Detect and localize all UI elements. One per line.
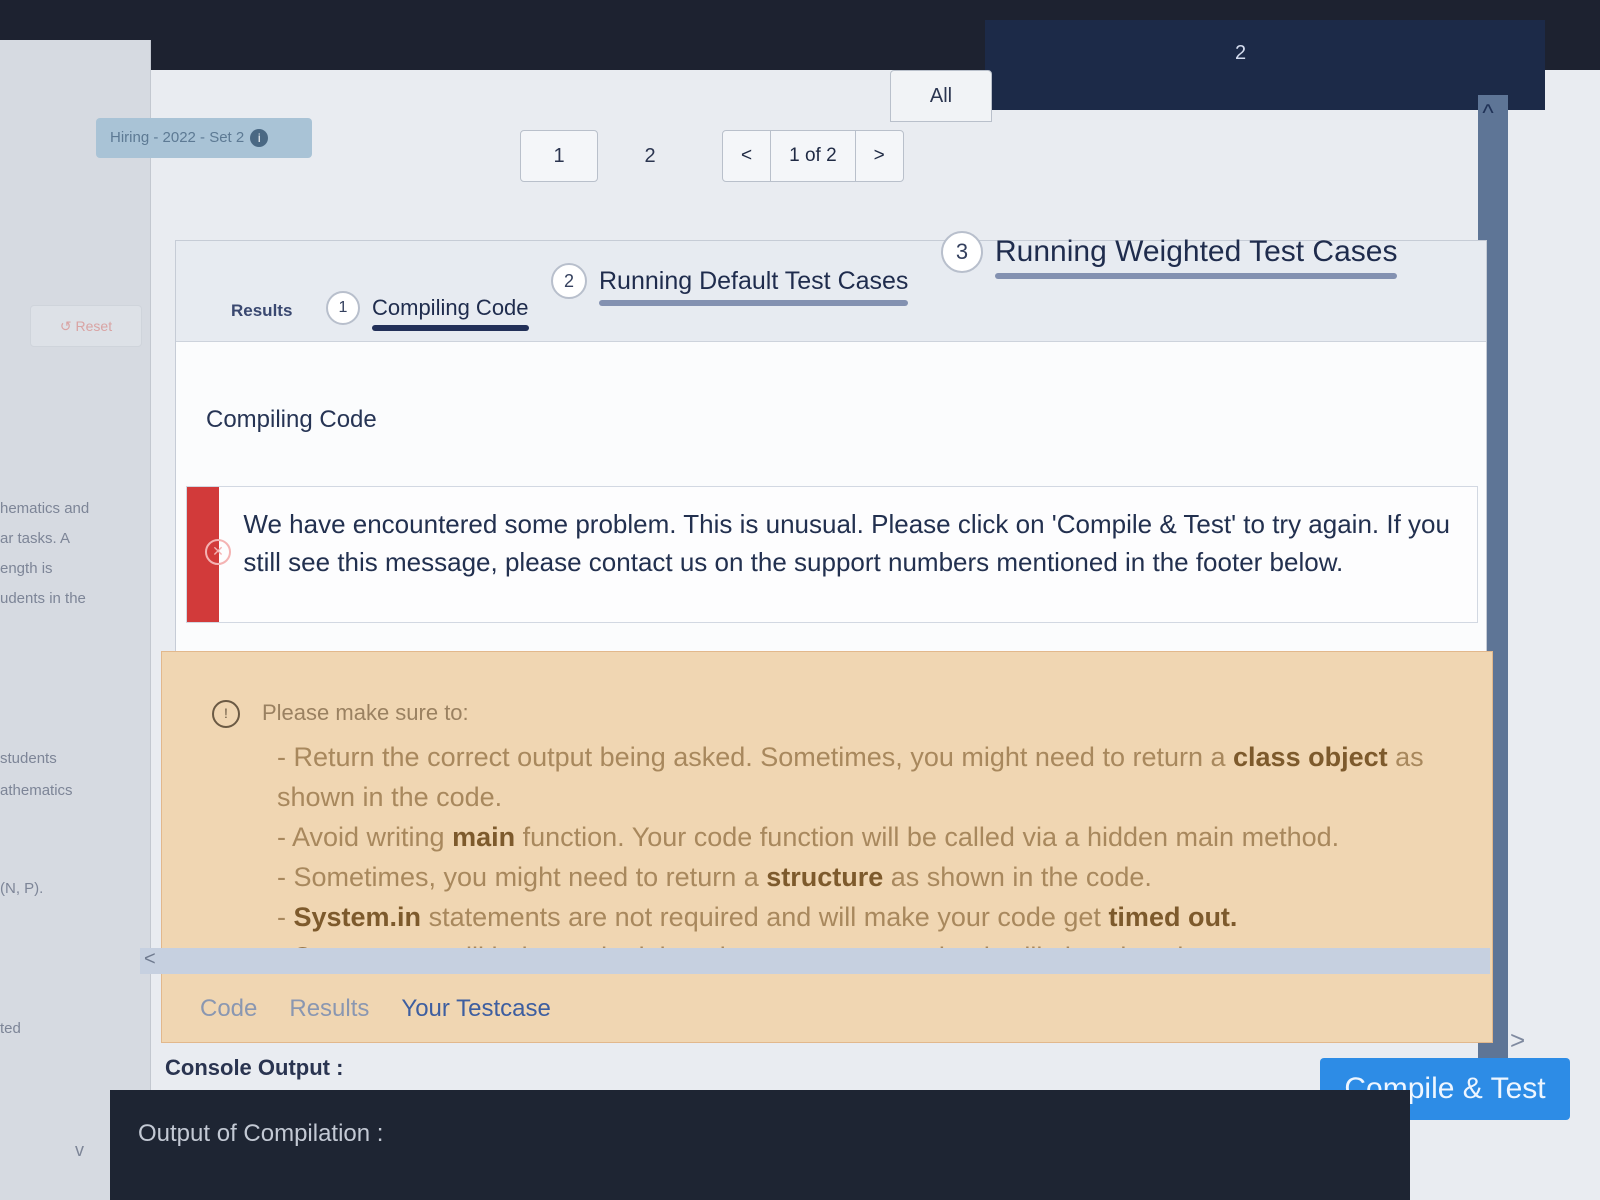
problem-text-snippet: ar tasks. A bbox=[0, 530, 71, 547]
page-2-button[interactable]: 2 bbox=[612, 131, 688, 181]
console-output: Output of Compilation : bbox=[110, 1090, 1410, 1200]
step-number: 3 bbox=[941, 231, 983, 273]
reset-button[interactable]: ↺ Reset bbox=[30, 305, 142, 347]
console-output-label: Console Output : bbox=[165, 1055, 344, 1080]
scroll-up-icon[interactable]: ^ bbox=[1468, 100, 1508, 140]
warning-list: - Return the correct output being asked.… bbox=[277, 737, 1457, 977]
reset-icon: ↺ bbox=[59, 318, 76, 334]
question-counter: 2 bbox=[1235, 42, 1247, 64]
warning-heading: Please make sure to: bbox=[262, 700, 469, 725]
progress-steps: Results 1 Compiling Code 2 Running Defau… bbox=[176, 231, 1486, 342]
chevron-down-icon[interactable]: v bbox=[75, 1140, 84, 1161]
page-position: 1 of 2 bbox=[771, 131, 856, 181]
prev-page-button[interactable]: < bbox=[723, 131, 772, 181]
step-compiling-code[interactable]: 1 Compiling Code bbox=[326, 291, 529, 331]
step-label: Running Weighted Test Cases bbox=[995, 235, 1398, 279]
warning-text: function. Your code function will be cal… bbox=[515, 822, 1340, 852]
question-pager: 1 2 < 1 of 2 > bbox=[520, 130, 904, 182]
warning-item: - Sometimes, you might need to return a … bbox=[277, 857, 1457, 897]
page-1-button[interactable]: 1 bbox=[520, 130, 598, 182]
warning-alert: ! Please make sure to: - Return the corr… bbox=[161, 651, 1493, 1043]
problem-text-snippet: athematics bbox=[0, 782, 73, 799]
scroll-left-icon[interactable]: < bbox=[144, 948, 156, 971]
error-icon: ✕ bbox=[205, 539, 231, 565]
next-page-button[interactable]: > bbox=[856, 131, 903, 181]
warning-text: - Return the correct output being asked.… bbox=[277, 742, 1234, 772]
problem-text-snippet: students bbox=[0, 750, 57, 767]
problem-text-snippet: ength is bbox=[0, 560, 53, 577]
step-running-weighted-test-cases[interactable]: 3 Running Weighted Test Cases bbox=[941, 231, 1398, 279]
problem-text-snippet: (N, P). bbox=[0, 880, 44, 897]
horizontal-scrollbar[interactable]: < bbox=[140, 948, 1490, 974]
warning-emphasis: timed out. bbox=[1108, 902, 1238, 932]
warning-item: - Avoid writing main function. Your code… bbox=[277, 817, 1457, 857]
results-panel: Results 1 Compiling Code 2 Running Defau… bbox=[161, 231, 1493, 1043]
warning-emphasis: structure bbox=[766, 862, 884, 892]
step-number: 1 bbox=[326, 291, 360, 325]
test-set-pill[interactable]: Hiring - 2022 - Set 2 i bbox=[96, 118, 312, 158]
warning-item: - System.in statements are not required … bbox=[277, 902, 1238, 932]
warning-text: - Avoid writing bbox=[277, 822, 453, 852]
problem-text-snippet: udents in the bbox=[0, 590, 86, 607]
reset-label: Reset bbox=[75, 318, 113, 334]
info-icon[interactable]: i bbox=[250, 129, 269, 147]
console-output-text: Output of Compilation : bbox=[138, 1120, 384, 1147]
warning-text: as shown in the code. bbox=[883, 862, 1152, 892]
error-message: We have encountered some problem. This i… bbox=[243, 509, 1450, 577]
warning-emphasis: main bbox=[452, 822, 516, 852]
tab-code[interactable]: Code bbox=[200, 995, 257, 1023]
results-tab[interactable]: Results bbox=[231, 301, 292, 321]
step-label: Running Default Test Cases bbox=[599, 266, 909, 306]
warning-text: - Sometimes, you might need to return a bbox=[277, 862, 767, 892]
error-alert: ✕ We have encountered some problem. This… bbox=[186, 486, 1478, 623]
warning-emphasis: System.in bbox=[293, 902, 422, 932]
section-title: Compiling Code bbox=[206, 406, 377, 433]
problem-text-snippet: ted bbox=[0, 1020, 21, 1037]
left-rail: hematics and ar tasks. A ength is udents… bbox=[0, 40, 151, 1200]
warning-info-icon: ! bbox=[212, 700, 240, 728]
warning-text: statements are not required and will mak… bbox=[421, 902, 1109, 932]
step-label: Compiling Code bbox=[372, 295, 529, 331]
problem-text-snippet: hematics and bbox=[0, 500, 90, 517]
question-counter-bar: 2 bbox=[985, 20, 1545, 110]
bottom-tabs: Code Results Your Testcase bbox=[200, 995, 551, 1023]
chevron-right-icon[interactable]: > bbox=[1510, 1025, 1525, 1056]
test-set-label: Hiring - 2022 - Set 2 bbox=[110, 129, 245, 146]
warning-item: - Return the correct output being asked.… bbox=[277, 737, 1457, 817]
all-questions-tab[interactable]: All bbox=[890, 70, 992, 122]
warning-emphasis: class object bbox=[1233, 742, 1388, 772]
error-strip: ✕ bbox=[187, 487, 231, 622]
tab-your-testcase[interactable]: Your Testcase bbox=[401, 995, 550, 1023]
step-number: 2 bbox=[551, 263, 587, 299]
tab-results[interactable]: Results bbox=[289, 995, 369, 1023]
page-navigator: < 1 of 2 > bbox=[722, 130, 904, 182]
step-running-default-test-cases[interactable]: 2 Running Default Test Cases bbox=[551, 263, 909, 306]
